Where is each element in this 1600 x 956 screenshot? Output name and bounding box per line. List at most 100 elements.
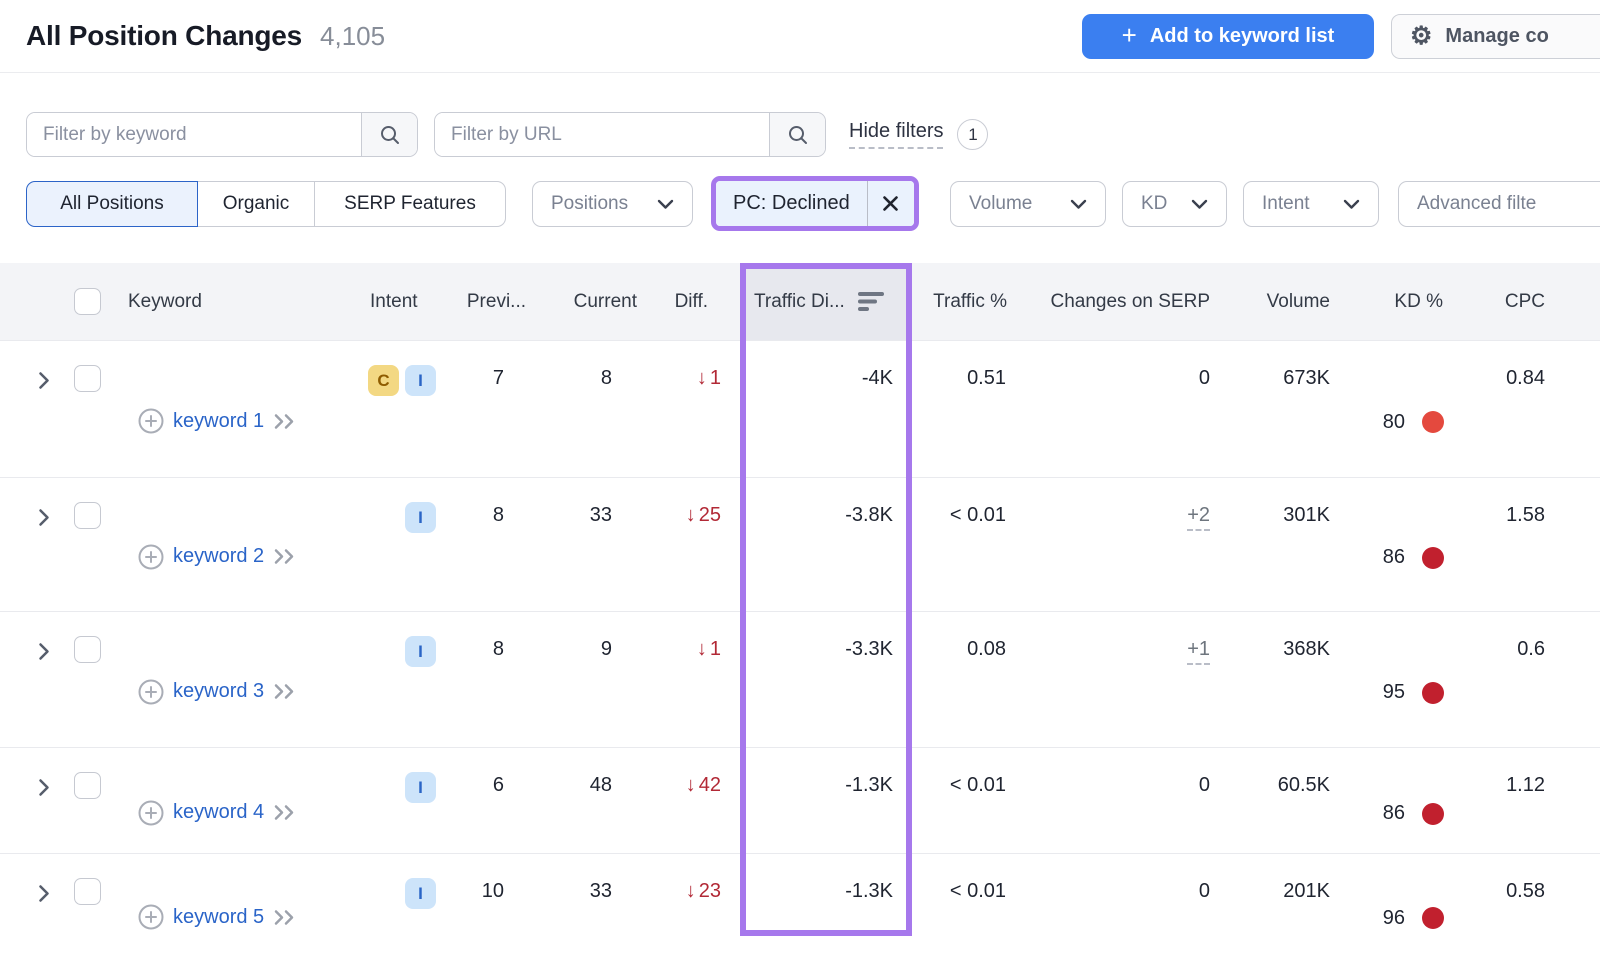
diff-cell: ↓23 xyxy=(639,854,740,956)
arrow-down-icon: ↓ xyxy=(686,504,696,526)
segment-organic[interactable]: Organic xyxy=(197,181,315,227)
select-all-checkbox[interactable] xyxy=(74,288,101,315)
expand-row-button[interactable] xyxy=(0,341,70,477)
row-checkbox-cell xyxy=(70,854,118,956)
current-position-cell: 33 xyxy=(528,854,639,956)
page-title: All Position Changes xyxy=(26,20,302,52)
intent-badge-informational: I xyxy=(405,878,436,909)
column-header-keyword[interactable]: Keyword xyxy=(118,291,360,313)
diff-value: 1 xyxy=(710,367,721,389)
keyword-link[interactable]: keyword 4 xyxy=(173,801,264,824)
serp-changes-link[interactable]: +1 xyxy=(1187,638,1210,665)
keyword-search-button[interactable] xyxy=(361,113,417,156)
keyword-link[interactable]: keyword 2 xyxy=(173,545,264,568)
traffic-diff-cell: -1.3K xyxy=(740,854,912,956)
open-serp-icon[interactable] xyxy=(273,804,298,821)
keyword-link[interactable]: keyword 5 xyxy=(173,906,264,929)
kd-value: 96 xyxy=(1383,907,1405,930)
row-checkbox[interactable] xyxy=(74,878,101,905)
add-keyword-icon[interactable] xyxy=(138,679,164,705)
keyword-filter-group xyxy=(26,112,418,157)
kd-value: 80 xyxy=(1383,411,1405,434)
add-keyword-icon[interactable] xyxy=(138,800,164,826)
row-checkbox[interactable] xyxy=(74,772,101,799)
kd-cell: 86 xyxy=(1332,478,1456,611)
kd-cell: 96 xyxy=(1332,854,1456,956)
serp-changes-link[interactable]: +2 xyxy=(1187,504,1210,531)
previous-position-cell: 8 xyxy=(448,478,528,611)
intent-badge-informational: I xyxy=(405,636,436,667)
search-icon xyxy=(379,124,401,146)
column-header-previous[interactable]: Previ... xyxy=(448,291,528,313)
positions-filter-dropdown[interactable]: Positions xyxy=(532,181,693,227)
intent-cell: I xyxy=(360,612,448,747)
gear-icon: ⚙ xyxy=(1410,24,1432,49)
column-header-traffic-diff[interactable]: Traffic Di... xyxy=(740,263,912,340)
expand-row-button[interactable] xyxy=(0,478,70,611)
keyword-filter-input[interactable] xyxy=(27,113,361,156)
row-checkbox[interactable] xyxy=(74,365,101,392)
add-to-keyword-list-button[interactable]: + Add to keyword list xyxy=(1082,14,1374,59)
segment-all-positions[interactable]: All Positions xyxy=(26,181,198,227)
traffic-diff-cell: -3.3K xyxy=(740,612,912,747)
volume-cell: 368K xyxy=(1212,612,1332,747)
keyword-link[interactable]: keyword 3 xyxy=(173,680,264,703)
open-serp-icon[interactable] xyxy=(273,683,298,700)
open-serp-icon[interactable] xyxy=(273,909,298,926)
remove-pc-filter-button[interactable] xyxy=(868,181,914,226)
column-header-cpc[interactable]: CPC xyxy=(1456,291,1600,313)
diff-cell: ↓25 xyxy=(639,478,740,611)
hide-filters-toggle[interactable]: Hide filters 1 xyxy=(849,112,988,157)
keyword-link[interactable]: keyword 1 xyxy=(173,410,264,433)
add-keyword-icon[interactable] xyxy=(138,904,164,930)
column-header-intent[interactable]: Intent xyxy=(360,291,448,313)
column-header-volume[interactable]: Volume xyxy=(1212,291,1332,313)
volume-filter-label: Volume xyxy=(969,193,1032,215)
column-header-current[interactable]: Current xyxy=(528,291,639,313)
top-bar: All Position Changes 4,105 + Add to keyw… xyxy=(0,0,1600,73)
position-changes-table: Keyword Intent Previ... Current Diff. Tr… xyxy=(0,263,1600,956)
expand-row-button[interactable] xyxy=(0,612,70,747)
row-checkbox[interactable] xyxy=(74,502,101,529)
intent-cell: I xyxy=(360,478,448,611)
expand-row-button[interactable] xyxy=(0,748,70,853)
advanced-filters-dropdown[interactable]: Advanced filte xyxy=(1398,181,1600,227)
url-filter-input[interactable] xyxy=(435,113,769,156)
intent-filter-dropdown[interactable]: Intent xyxy=(1243,181,1379,227)
row-checkbox[interactable] xyxy=(74,636,101,663)
column-header-traffic-pct[interactable]: Traffic % xyxy=(912,291,1016,313)
serp-changes-cell: 0 xyxy=(1016,854,1212,956)
kd-filter-dropdown[interactable]: KD xyxy=(1122,181,1227,227)
search-icon xyxy=(787,124,809,146)
diff-cell: ↓42 xyxy=(639,748,740,853)
diff-cell: ↓1 xyxy=(639,341,740,477)
chevron-down-icon xyxy=(1070,199,1087,210)
close-icon xyxy=(882,195,899,212)
expand-row-button[interactable] xyxy=(0,854,70,956)
previous-position-cell: 7 xyxy=(448,341,528,477)
row-checkbox-cell xyxy=(70,612,118,747)
intent-filter-label: Intent xyxy=(1262,193,1310,215)
arrow-down-icon: ↓ xyxy=(686,774,696,796)
open-serp-icon[interactable] xyxy=(273,548,298,565)
column-header-kd[interactable]: KD % xyxy=(1332,291,1456,313)
serp-changes-cell: +2 xyxy=(1016,478,1212,611)
kd-difficulty-dot xyxy=(1422,682,1444,704)
segment-serp-features[interactable]: SERP Features xyxy=(314,181,506,227)
cpc-cell: 0.58 xyxy=(1456,854,1600,956)
manage-columns-button[interactable]: ⚙ Manage co xyxy=(1391,14,1600,59)
column-header-serp-changes[interactable]: Changes on SERP xyxy=(1016,291,1212,313)
volume-filter-dropdown[interactable]: Volume xyxy=(950,181,1106,227)
current-position-cell: 9 xyxy=(528,612,639,747)
kd-value: 86 xyxy=(1383,802,1405,825)
traffic-diff-cell: -1.3K xyxy=(740,748,912,853)
arrow-down-icon: ↓ xyxy=(686,880,696,902)
chevron-down-icon xyxy=(1191,199,1208,210)
url-search-button[interactable] xyxy=(769,113,825,156)
column-header-diff[interactable]: Diff. xyxy=(639,291,740,313)
pc-declined-filter-chip[interactable]: PC: Declined xyxy=(716,181,914,226)
add-keyword-icon[interactable] xyxy=(138,408,164,434)
open-serp-icon[interactable] xyxy=(273,413,298,430)
kd-cell: 95 xyxy=(1332,612,1456,747)
add-keyword-icon[interactable] xyxy=(138,544,164,570)
